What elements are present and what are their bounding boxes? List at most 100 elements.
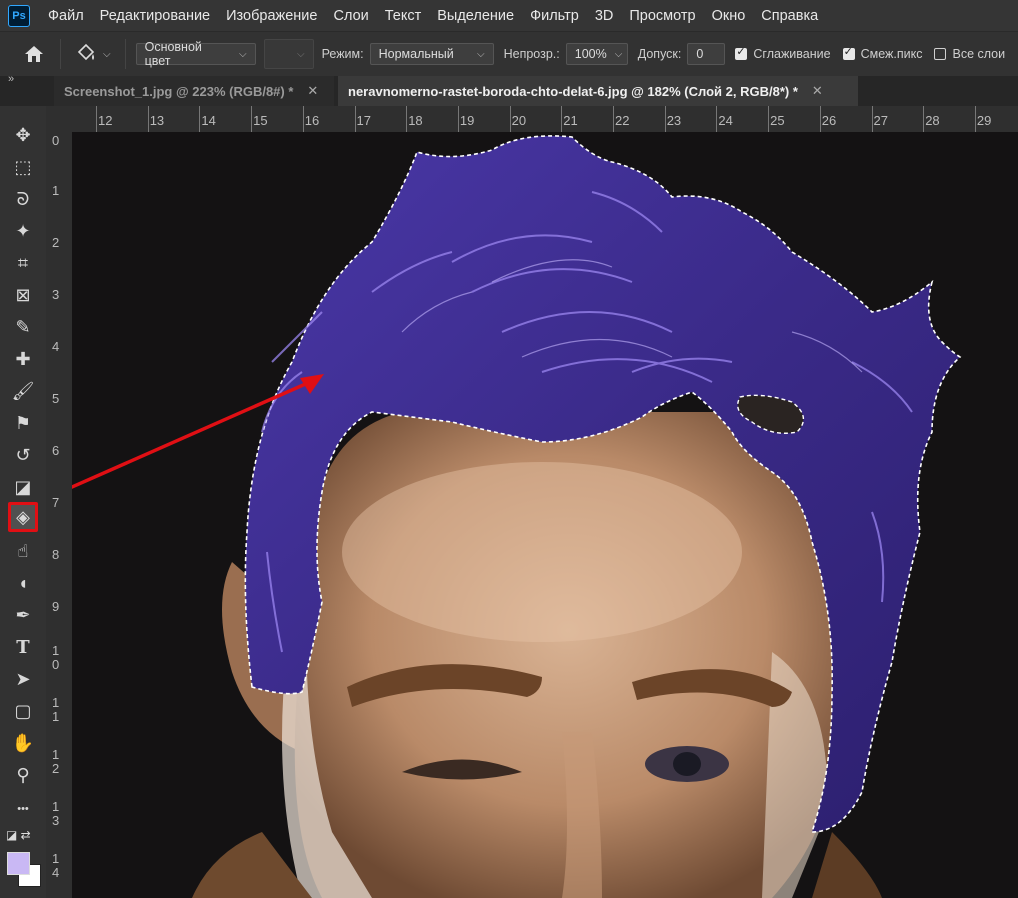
- menu-image[interactable]: Изображение: [226, 8, 317, 24]
- all-layers-checkbox[interactable]: Все слои: [934, 47, 1005, 61]
- document-canvas[interactable]: [72, 132, 1018, 898]
- ruler-tick-label: 2: [52, 235, 60, 250]
- brush-icon: 🖌: [11, 380, 35, 401]
- ruler-tick: [923, 106, 925, 132]
- ruler-tick-label: 29: [976, 113, 992, 128]
- zoom-tool[interactable]: ⚲: [8, 760, 38, 790]
- hand-tool[interactable]: ✋: [8, 728, 38, 758]
- menu-window[interactable]: Окно: [712, 8, 746, 24]
- crop-tool[interactable]: ⌗: [8, 248, 38, 278]
- paint-bucket-preset-icon: [77, 43, 95, 61]
- antialias-checkbox[interactable]: Сглаживание: [735, 45, 831, 61]
- zoom-icon: ⚲: [16, 764, 30, 785]
- antialias-label: Сглаживание: [753, 47, 831, 61]
- ruler-tick: [716, 106, 718, 132]
- contiguous-label: Смеж.пикс: [860, 47, 923, 61]
- menu-view[interactable]: Просмотр: [629, 8, 695, 24]
- ruler-tick: [768, 106, 770, 132]
- tools-panel: ✥ ⬚ ᘐ ✦ ⌗ ⊠ ✎ ✚ 🖌 ⚑ ↺ ◪ ◈ ☝ ◖ ✒ T ➤ ▢ ✋ ⚲ ••• ◪ ⇄: [0, 106, 47, 898]
- path-selection-tool[interactable]: ➤: [8, 664, 38, 694]
- ruler-tick-label: 10: [52, 643, 60, 672]
- close-icon[interactable]: ✕: [307, 83, 318, 99]
- ruler-tick-label: 27: [873, 113, 888, 128]
- magic-wand-tool[interactable]: ✦: [8, 216, 38, 246]
- ruler-tick: [819, 106, 821, 132]
- ruler-tick-label: 26: [821, 113, 837, 128]
- tab-active-document[interactable]: neravnomerno-rastet-boroda-chto-delat-6.…: [338, 76, 858, 106]
- brush-tool[interactable]: 🖌: [8, 376, 38, 406]
- ruler-tick: [457, 106, 459, 132]
- crop-icon: ⌗: [17, 252, 29, 273]
- eyedropper-tool[interactable]: ✎: [8, 312, 38, 342]
- pen-tool[interactable]: ✒: [8, 600, 38, 630]
- ruler-tick: [96, 106, 97, 132]
- swap-colors-icon[interactable]: ◪ ⇄: [6, 828, 31, 842]
- opacity-field[interactable]: 100% ⌵: [565, 43, 628, 65]
- menu-help[interactable]: Справка: [761, 8, 818, 24]
- ruler-tick-label: 20: [511, 113, 527, 128]
- opacity-value: 100%: [574, 47, 607, 61]
- ruler-tick-label: 23: [666, 113, 682, 128]
- hand-icon: ✋: [11, 732, 35, 753]
- frame-tool[interactable]: ⊠: [8, 280, 38, 310]
- tool-preset-picker[interactable]: ⌵: [75, 43, 111, 65]
- pattern-dropdown[interactable]: ⌵: [263, 39, 314, 69]
- menu-select[interactable]: Выделение: [437, 8, 514, 24]
- canvas-image: [72, 135, 962, 898]
- type-tool[interactable]: T: [8, 632, 38, 662]
- paint-bucket-tool[interactable]: ◈: [8, 502, 38, 532]
- menu-filter[interactable]: Фильтр: [530, 8, 579, 24]
- history-brush-tool[interactable]: ↺: [8, 440, 38, 470]
- more-tools[interactable]: •••: [8, 794, 38, 824]
- tab-title: neravnomerno-rastet-boroda-chto-delat-6.…: [348, 83, 798, 99]
- contiguous-checkbox[interactable]: Смеж.пикс: [842, 45, 923, 61]
- chevron-down-icon: ⌵: [614, 48, 623, 60]
- type-icon: T: [16, 636, 30, 658]
- horizontal-ruler[interactable]: 12 13 14 15 16 17 18 19 20 21 22 23 24 25 26 27 28 29: [46, 106, 1018, 133]
- tolerance-field[interactable]: 0: [687, 43, 726, 65]
- ruler-tick: [199, 106, 201, 132]
- shape-tool[interactable]: ▢: [8, 696, 38, 726]
- tab-screenshot[interactable]: Screenshot_1.jpg @ 223% (RGB/8#) * ✕: [54, 76, 334, 106]
- vertical-ruler[interactable]: 0 1 2 3 4 5 6 7 8 9 10 11 12 13 14: [46, 132, 73, 898]
- menu-file[interactable]: Файл: [48, 8, 84, 24]
- ruler-tick-label: 1: [52, 183, 60, 198]
- move-tool[interactable]: ✥: [8, 120, 38, 150]
- ruler-tick-label: 17: [356, 113, 371, 128]
- ruler-tick: [871, 106, 873, 132]
- smudge-tool[interactable]: ☝: [8, 536, 38, 566]
- chevron-down-icon: ⌵: [239, 48, 247, 60]
- eraser-tool[interactable]: ◪: [8, 472, 38, 502]
- lasso-tool[interactable]: ᘐ: [8, 184, 38, 214]
- clone-stamp-tool[interactable]: ⚑: [8, 408, 38, 438]
- arrow-icon: ➤: [15, 668, 31, 689]
- menu-3d[interactable]: 3D: [595, 8, 614, 24]
- tolerance-value: 0: [696, 47, 704, 61]
- ruler-tick: [251, 106, 253, 132]
- ruler-tick-label: 15: [253, 113, 268, 128]
- checkbox-unchecked-icon: [934, 48, 947, 60]
- foreground-color-swatch[interactable]: [7, 852, 30, 875]
- marquee-tool[interactable]: ⬚: [8, 152, 38, 182]
- dodge-tool[interactable]: ◖: [8, 568, 38, 598]
- home-button[interactable]: [14, 39, 54, 69]
- healing-brush-tool[interactable]: ✚: [8, 344, 38, 374]
- close-icon[interactable]: ✕: [812, 83, 823, 99]
- menu-type[interactable]: Текст: [385, 8, 422, 24]
- blend-mode-value: Нормальный: [378, 47, 454, 61]
- fill-source-value: Основной цвет: [144, 40, 202, 68]
- ruler-tick-label: 22: [615, 113, 630, 128]
- menu-layer[interactable]: Слои: [333, 8, 368, 24]
- ruler-tick: [664, 106, 666, 132]
- menu-edit[interactable]: Редактирование: [100, 8, 210, 24]
- marquee-icon: ⬚: [14, 156, 32, 177]
- collapse-panel-icon[interactable]: »: [8, 73, 14, 85]
- checkbox-checked-icon: [735, 45, 748, 60]
- ruler-tick-label: 8: [52, 547, 60, 562]
- history-brush-icon: ↺: [15, 444, 31, 465]
- fill-source-dropdown[interactable]: Основной цвет ⌵: [135, 40, 256, 68]
- frame-icon: ⊠: [15, 284, 31, 305]
- ruler-tick-label: 25: [770, 113, 785, 128]
- separator: [60, 39, 61, 69]
- blend-mode-dropdown[interactable]: Нормальный ⌵: [369, 43, 494, 65]
